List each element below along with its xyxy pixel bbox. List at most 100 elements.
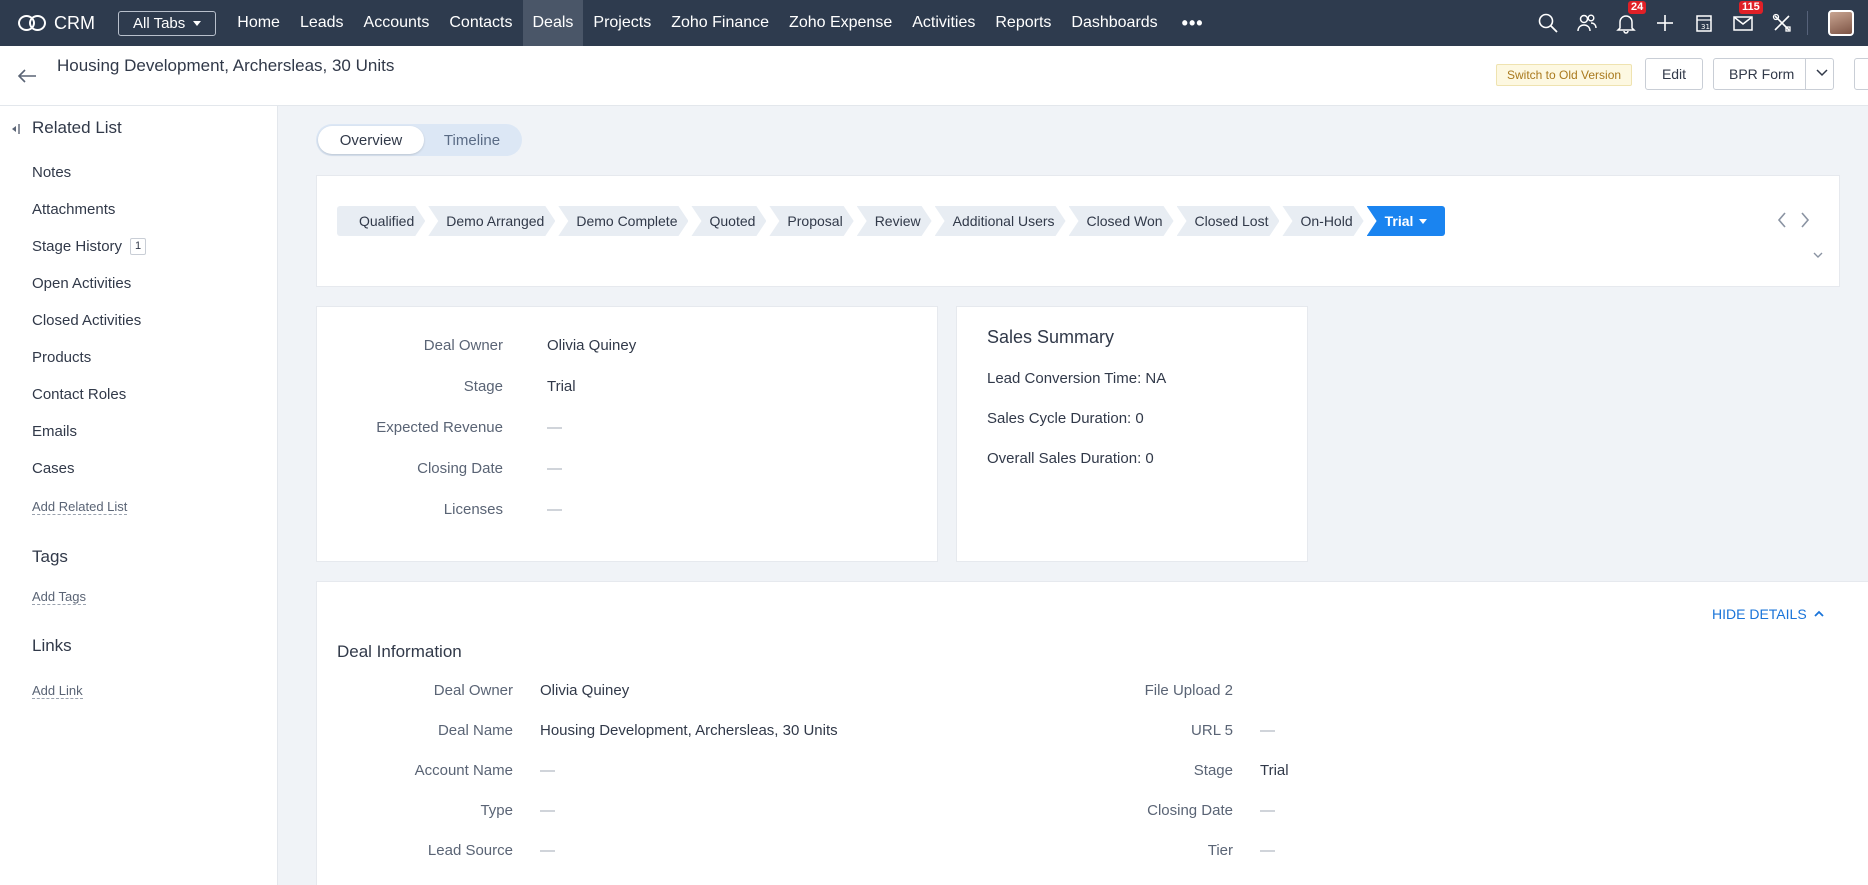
stage-closed-won[interactable]: Closed Won: [1069, 206, 1174, 236]
sidebar-item-open-activities[interactable]: Open Activities: [32, 275, 131, 292]
nav-tab-reports[interactable]: Reports: [985, 0, 1061, 46]
nav-tab-leads[interactable]: Leads: [290, 0, 354, 46]
calendar-button[interactable]: 31: [1684, 0, 1723, 46]
search-icon: [1538, 13, 1558, 33]
collapse-sidebar-icon[interactable]: [10, 123, 22, 135]
all-tabs-label: All Tabs: [133, 14, 186, 32]
create-button[interactable]: [1645, 0, 1684, 46]
field-value-expected-revenue[interactable]: —: [547, 419, 562, 436]
info-value-type[interactable]: —: [540, 802, 555, 819]
notifications-button[interactable]: 24: [1606, 0, 1647, 46]
mail-button[interactable]: 115: [1723, 0, 1763, 46]
current-stage-label: Trial: [1384, 213, 1414, 229]
info-value-lead-source[interactable]: —: [540, 842, 555, 859]
stage-quoted[interactable]: Quoted: [691, 206, 766, 236]
nav-tab-activities[interactable]: Activities: [902, 0, 985, 46]
crm-logo[interactable]: CRM: [18, 13, 100, 34]
sidebar-item-label: Contact Roles: [32, 386, 127, 403]
deal-information-title: Deal Information: [337, 642, 462, 661]
search-button[interactable]: [1528, 0, 1567, 46]
chevron-down-icon[interactable]: [1811, 248, 1825, 262]
stage-demo-arranged[interactable]: Demo Arranged: [428, 206, 555, 236]
chevron-up-icon: [1814, 610, 1824, 617]
field-value-stage[interactable]: Trial: [547, 378, 576, 395]
stage-on-hold[interactable]: On-Hold: [1282, 206, 1363, 236]
button-divider: [1805, 59, 1806, 89]
caret-down-icon: [1419, 218, 1428, 224]
field-label-stage: Stage: [463, 378, 503, 395]
sidebar-item-attachments[interactable]: Attachments: [32, 201, 115, 218]
info-value-url-5[interactable]: —: [1260, 722, 1275, 739]
info-label-url-5: URL 5: [1191, 722, 1233, 739]
stage-closed-lost[interactable]: Closed Lost: [1177, 206, 1280, 236]
info-value-account-name[interactable]: —: [540, 762, 555, 779]
info-value-deal-name[interactable]: Housing Development, Archersleas, 30 Uni…: [540, 722, 838, 739]
contacts-button[interactable]: [1567, 0, 1606, 46]
switch-old-version-button[interactable]: Switch to Old Version: [1496, 64, 1633, 86]
chevron-down-icon[interactable]: [1815, 66, 1829, 80]
chevron-right-icon[interactable]: [1798, 210, 1812, 230]
stage-pipeline: Qualified Demo Arranged Demo Complete Qu…: [337, 206, 1448, 236]
info-value-closing-date[interactable]: —: [1260, 802, 1275, 819]
field-value-closing-date[interactable]: —: [547, 460, 562, 477]
add-tags-link[interactable]: Add Tags: [32, 589, 86, 605]
add-link-link[interactable]: Add Link: [32, 683, 83, 699]
sidebar-item-notes[interactable]: Notes: [32, 164, 71, 181]
stage-review[interactable]: Review: [857, 206, 932, 236]
related-list-heading: Related List: [32, 118, 122, 137]
info-label-lead-source: Lead Source: [427, 842, 513, 859]
top-navbar: CRM All Tabs Home Leads Accounts Contact…: [0, 0, 1868, 46]
info-value-deal-owner[interactable]: Olivia Quiney: [540, 682, 629, 699]
plus-icon: [1656, 15, 1673, 31]
more-tabs-button[interactable]: •••: [1182, 13, 1204, 34]
bpr-form-button[interactable]: BPR Form: [1713, 58, 1834, 90]
nav-tab-zoho-expense[interactable]: Zoho Expense: [779, 0, 902, 46]
sidebar-item-products[interactable]: Products: [32, 349, 91, 366]
stage-qualified[interactable]: Qualified: [337, 206, 425, 236]
nav-tab-contacts[interactable]: Contacts: [439, 0, 522, 46]
sidebar-item-label: Attachments: [32, 201, 116, 218]
info-value-tier[interactable]: —: [1260, 842, 1275, 859]
count-badge: 1: [130, 238, 147, 255]
hide-details-button[interactable]: HIDE DETAILS: [1712, 606, 1825, 622]
field-value-licenses[interactable]: —: [547, 501, 562, 518]
stage-demo-complete[interactable]: Demo Complete: [558, 206, 688, 236]
field-value-deal-owner[interactable]: Olivia Quiney: [547, 337, 636, 354]
tab-timeline[interactable]: Timeline: [424, 126, 520, 154]
info-value-stage[interactable]: Trial: [1260, 762, 1289, 779]
avatar[interactable]: [1828, 10, 1854, 36]
field-label-closing-date: Closing Date: [417, 460, 503, 477]
nav-tab-deals[interactable]: Deals: [522, 0, 584, 46]
info-label-account-name: Account Name: [414, 762, 513, 779]
nav-tab-zoho-finance[interactable]: Zoho Finance: [661, 0, 779, 46]
field-label-expected-revenue: Expected Revenue: [376, 419, 503, 436]
stage-additional-users[interactable]: Additional Users: [935, 206, 1066, 236]
all-tabs-dropdown[interactable]: All Tabs: [118, 10, 217, 36]
calendar-icon: 31: [1695, 15, 1712, 32]
info-label-file-upload-2: File Upload 2: [1144, 682, 1233, 699]
nav-tab-dashboards[interactable]: Dashboards: [1061, 0, 1167, 46]
chevron-left-icon[interactable]: [1775, 210, 1789, 230]
tools-icon: [1772, 13, 1791, 32]
tab-overview[interactable]: Overview: [318, 126, 424, 154]
sidebar-item-label: Open Activities: [32, 275, 132, 292]
edit-button[interactable]: Edit: [1645, 58, 1703, 90]
sidebar-item-contact-roles[interactable]: Contact Roles: [32, 386, 126, 403]
sidebar-item-emails[interactable]: Emails: [32, 423, 77, 440]
sales-cycle-duration: Sales Cycle Duration: 0: [987, 410, 1144, 427]
info-label-type: Type: [480, 802, 513, 819]
nav-tab-accounts[interactable]: Accounts: [354, 0, 440, 46]
nav-tab-home[interactable]: Home: [227, 0, 290, 46]
back-arrow-icon[interactable]: [16, 66, 38, 86]
add-related-list-link[interactable]: Add Related List: [32, 499, 128, 515]
setup-button[interactable]: [1762, 0, 1801, 46]
sidebar-item-closed-activities[interactable]: Closed Activities: [32, 312, 141, 329]
sidebar-item-stage-history[interactable]: Stage History 1: [32, 238, 147, 255]
sidebar-item-label: Notes: [32, 164, 72, 181]
nav-tab-projects[interactable]: Projects: [583, 0, 661, 46]
stage-proposal[interactable]: Proposal: [769, 206, 853, 236]
more-actions-button[interactable]: [1854, 58, 1868, 90]
sidebar-item-label: Closed Activities: [32, 312, 142, 329]
sidebar-item-cases[interactable]: Cases: [32, 460, 75, 477]
stage-current-trial[interactable]: Trial: [1366, 206, 1446, 236]
